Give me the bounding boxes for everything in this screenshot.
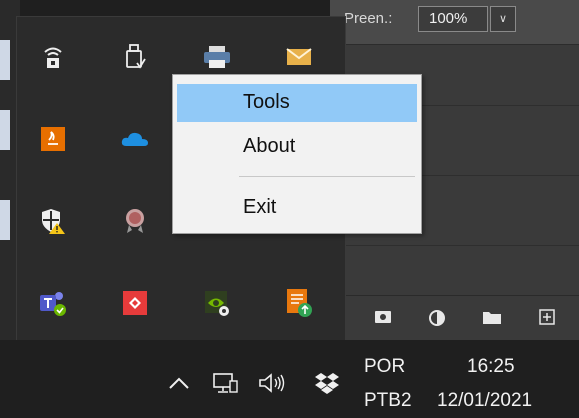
usb-drive-icon[interactable] [115, 37, 155, 77]
chevron-down-icon[interactable]: ∨ [490, 6, 516, 32]
volume-icon[interactable] [256, 370, 288, 396]
wifi-lock-icon[interactable] [33, 37, 73, 77]
windows-security-icon[interactable] [33, 201, 73, 241]
printer-icon[interactable] [197, 37, 237, 77]
taskbar: POR PTB2 16:25 12/01/2021 [0, 340, 579, 418]
nvidia-icon[interactable] [197, 283, 237, 323]
panel-divider [330, 245, 579, 246]
onedrive-icon[interactable] [115, 119, 155, 159]
dropbox-icon[interactable] [312, 370, 342, 396]
clock-time[interactable]: 16:25 [467, 356, 515, 378]
edge-window-fragment [0, 200, 10, 240]
mail-icon[interactable] [279, 37, 319, 77]
context-menu: Tools About Exit [172, 74, 422, 234]
keyboard-layout-indicator[interactable]: PTB2 [364, 390, 412, 412]
background-toolbar: Preen.: 100% ∨ [330, 0, 579, 45]
menu-item-tools[interactable]: Tools [177, 84, 417, 122]
zoom-input[interactable]: 100% [418, 6, 488, 32]
menu-separator [239, 176, 415, 177]
zoom-label: Preen.: [344, 10, 393, 27]
add-icon[interactable] [538, 309, 556, 327]
java-icon[interactable] [33, 119, 73, 159]
teams-icon[interactable] [33, 283, 73, 323]
clock-date[interactable]: 12/01/2021 [437, 390, 532, 412]
edge-window-fragment [0, 110, 10, 150]
camera-icon[interactable] [374, 309, 392, 327]
cert-icon[interactable] [115, 201, 155, 241]
remote-app-icon[interactable] [115, 283, 155, 323]
menu-item-about[interactable]: About [177, 128, 417, 166]
office-upload-icon[interactable] [279, 283, 319, 323]
menu-item-exit[interactable]: Exit [177, 189, 417, 227]
background-bottom-bar [330, 295, 579, 340]
adjustment-icon[interactable] [428, 309, 446, 327]
network-icon[interactable] [210, 370, 240, 396]
language-indicator[interactable]: POR [364, 356, 405, 378]
edge-window-fragment [0, 40, 10, 80]
folder-icon[interactable] [482, 309, 501, 327]
chevron-up-icon[interactable] [166, 370, 192, 396]
